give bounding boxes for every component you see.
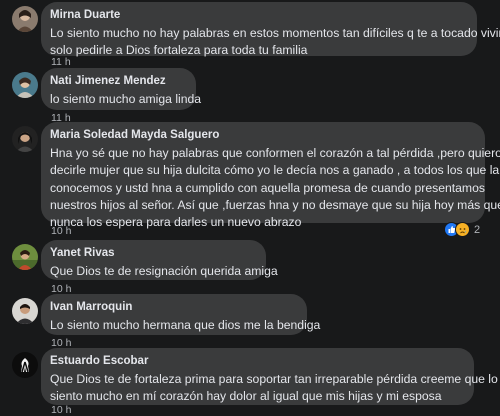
avatar[interactable] <box>12 126 38 152</box>
author-name[interactable]: Estuardo Escobar <box>50 354 464 369</box>
comment-text-line: solo pedirle a Dios fortaleza para toda … <box>50 43 308 58</box>
comment-timestamp[interactable]: 10 h <box>51 225 71 237</box>
avatar[interactable] <box>12 244 38 270</box>
comment-text-line: lo siento mucho amiga linda <box>50 92 202 106</box>
author-name[interactable]: Ivan Marroquin <box>50 300 297 315</box>
comment-text: lo siento mucho amiga linda <box>50 91 202 108</box>
comment-text-line: Lo siento mucho no hay palabras en estos… <box>50 26 500 40</box>
comment-text: Hna yo sé que no hay palabras que confor… <box>50 145 500 231</box>
avatar[interactable] <box>12 6 38 32</box>
comment-timestamp[interactable]: 10 h <box>51 404 71 416</box>
comment-timestamp[interactable]: 11 h <box>51 56 71 68</box>
reaction-summary[interactable]: 2 <box>444 222 480 237</box>
avatar[interactable] <box>12 298 38 324</box>
comment-bubble: Ivan Marroquin Lo siento mucho hermana q… <box>41 294 321 335</box>
comment-bubble: Maria Soledad Mayda Salguero Hna yo sé q… <box>41 122 500 229</box>
comment-bubble: Estuardo Escobar Que Dios te de fortalez… <box>41 348 498 406</box>
comment-text-line: Que Dios te de fortaleza prima para sopo… <box>50 372 498 386</box>
comment-text-line: Que Dios te de resignación querida amiga <box>50 264 278 278</box>
author-name[interactable]: Mirna Duarte <box>50 8 467 23</box>
avatar[interactable] <box>12 72 38 98</box>
author-name[interactable]: Yanet Rivas <box>50 246 256 261</box>
comment-text-line: conocemos y ustd hna a cumplido con aque… <box>50 180 485 195</box>
author-name[interactable]: Nati Jimenez Mendez <box>50 74 186 89</box>
comment-text-line: Hna yo sé que no hay palabras que confor… <box>50 146 500 160</box>
comment-text-line: decirle mujer que su hija dulcita cómo y… <box>50 163 500 178</box>
avatar[interactable] <box>12 352 38 378</box>
comment-text-line: nuestros hijos al señor. Así que ,fuerza… <box>50 197 500 212</box>
comment-text-line: Lo siento mucho hermana que dios me la b… <box>50 318 321 332</box>
reaction-count: 2 <box>474 223 481 236</box>
comment-bubble: Yanet Rivas Que Dios te de resignación q… <box>41 240 278 280</box>
comment-text: Lo siento mucho hermana que dios me la b… <box>50 317 321 334</box>
comment-bubble: Nati Jimenez Mendez lo siento mucho amig… <box>41 68 202 110</box>
comment-bubble: Mirna Duarte Lo siento mucho no hay pala… <box>41 2 500 57</box>
comment-text-line: siento mucho en mí corazón hay dolor al … <box>50 389 442 404</box>
sad-icon <box>455 222 470 237</box>
comment-text: Que Dios te de fortaleza prima para sopo… <box>50 371 498 406</box>
comment-text: Que Dios te de resignación querida amiga <box>50 263 278 280</box>
comment-text-line: nunca los espera para darles un nuevo ab… <box>50 215 302 230</box>
author-name[interactable]: Maria Soledad Mayda Salguero <box>50 128 475 143</box>
comment-text: Lo siento mucho no hay palabras en estos… <box>50 25 500 60</box>
